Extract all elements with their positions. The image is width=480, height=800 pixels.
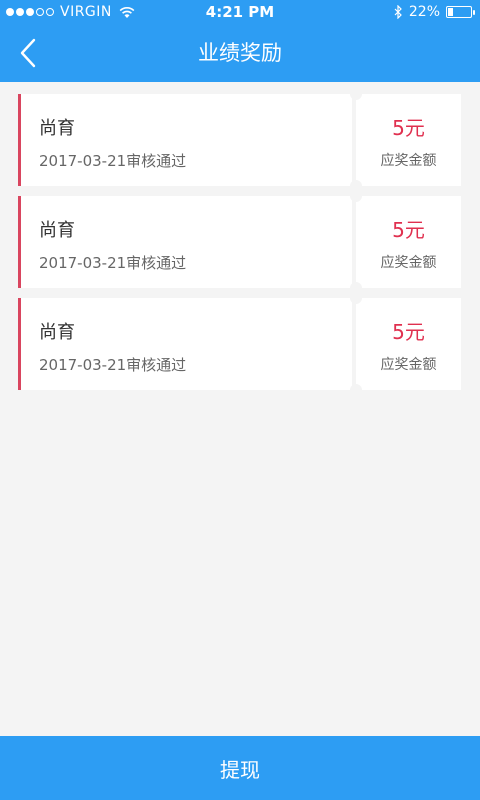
reward-date-status: 2017-03-21审核通过	[39, 356, 187, 374]
reward-amount-label: 应奖金额	[380, 255, 437, 271]
reward-name: 尚育	[39, 220, 75, 241]
status-right: 22%	[393, 0, 475, 24]
ticket-notch	[350, 190, 362, 202]
chevron-left-icon	[20, 38, 36, 68]
status-bar: VIRGIN 4:21 PM 22%	[0, 0, 480, 24]
page-title: 业绩奖励	[198, 41, 282, 65]
reward-amount-label: 应奖金额	[380, 357, 437, 373]
reward-list: 尚育 2017-03-21审核通过 5元 应奖金额 尚育 2017-03-21审…	[18, 88, 461, 400]
battery-icon	[446, 6, 475, 18]
reward-amount-label: 应奖金额	[380, 153, 437, 169]
signal-strength-icon	[6, 8, 54, 16]
wifi-icon	[119, 7, 135, 18]
reward-card[interactable]: 尚育 2017-03-21审核通过 5元 应奖金额	[18, 88, 461, 192]
ticket-notch	[350, 384, 362, 396]
reward-name: 尚育	[39, 118, 75, 139]
nav-bar: 业绩奖励	[0, 24, 480, 82]
reward-amount: 5元	[392, 116, 425, 140]
reward-amount: 5元	[392, 218, 425, 242]
reward-info: 尚育 2017-03-21审核通过	[18, 94, 352, 186]
reward-date-status: 2017-03-21审核通过	[39, 254, 187, 272]
ticket-notch	[350, 292, 362, 304]
carrier-name: VIRGIN	[60, 4, 112, 20]
back-button[interactable]	[8, 32, 48, 74]
reward-info: 尚育 2017-03-21审核通过	[18, 196, 352, 288]
reward-info: 尚育 2017-03-21审核通过	[18, 298, 352, 390]
reward-date-status: 2017-03-21审核通过	[39, 152, 187, 170]
bluetooth-icon	[394, 5, 402, 19]
reward-card[interactable]: 尚育 2017-03-21审核通过 5元 应奖金额	[18, 190, 461, 294]
reward-amount-box: 5元 应奖金额	[356, 94, 461, 186]
battery-level	[448, 8, 453, 16]
ticket-notch	[350, 88, 362, 100]
status-left: VIRGIN	[6, 0, 136, 24]
reward-card[interactable]: 尚育 2017-03-21审核通过 5元 应奖金额	[18, 292, 461, 396]
reward-amount: 5元	[392, 320, 425, 344]
reward-amount-box: 5元 应奖金额	[356, 196, 461, 288]
reward-amount-box: 5元 应奖金额	[356, 298, 461, 390]
battery-percent: 22%	[408, 4, 440, 20]
withdraw-button[interactable]: 提现	[0, 736, 480, 800]
reward-name: 尚育	[39, 322, 75, 343]
